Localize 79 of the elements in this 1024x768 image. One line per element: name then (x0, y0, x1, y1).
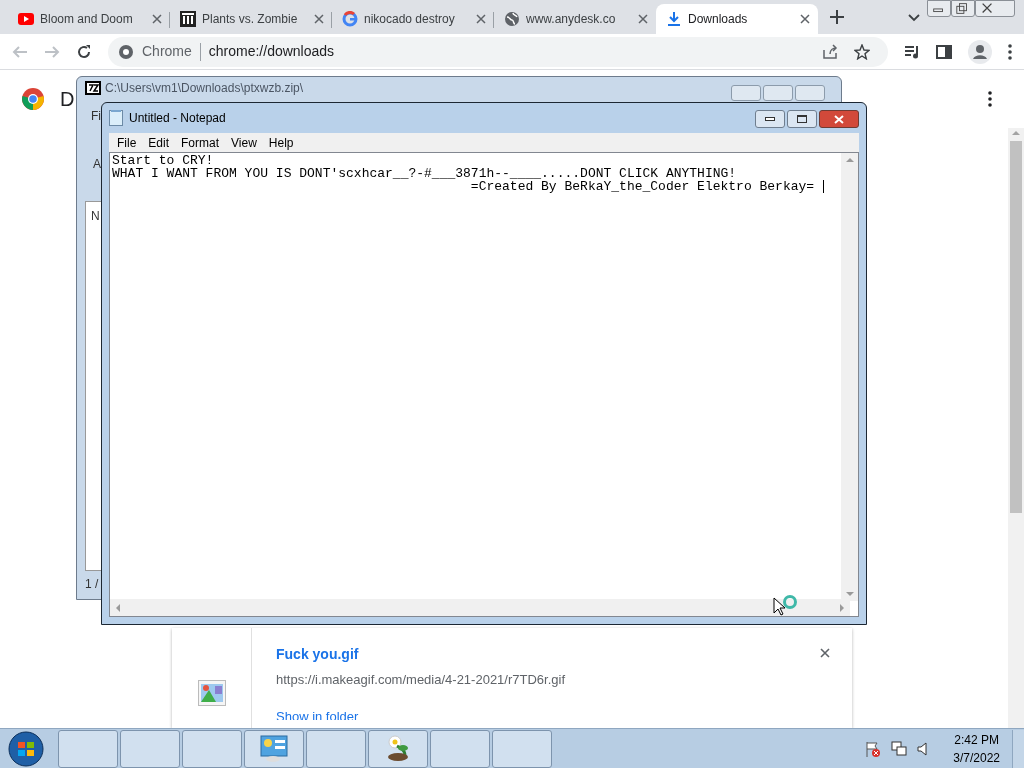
close-icon[interactable] (820, 648, 830, 658)
image-file-icon (197, 680, 226, 706)
google-icon (342, 11, 358, 27)
building-icon (180, 11, 196, 27)
menu-item[interactable]: View (225, 133, 263, 152)
text-line: Start to CRY! (112, 154, 215, 167)
window-title: Untitled - Notepad (129, 110, 226, 127)
globe-icon (504, 11, 520, 27)
text-cursor (822, 180, 824, 193)
horizontal-scrollbar[interactable] (110, 599, 850, 616)
close-icon[interactable] (800, 14, 810, 24)
menu-item[interactable]: Help (262, 133, 300, 152)
window-title: C:\Users\vm1\Downloads\ptxwzb.zip\ (105, 80, 304, 97)
vertical-scrollbar[interactable] (841, 153, 858, 601)
new-tab-icon[interactable] (830, 10, 844, 24)
share-icon[interactable] (822, 43, 838, 60)
close-icon[interactable] (975, 0, 1015, 17)
browser-tab[interactable]: nikocado destroy (332, 4, 494, 34)
menu-item[interactable]: Fi (91, 107, 101, 125)
star-icon[interactable] (854, 43, 870, 60)
profile-icon[interactable] (968, 39, 992, 64)
tab-title: Downloads (688, 11, 749, 28)
maximize-icon[interactable] (797, 115, 807, 123)
menu-item[interactable]: Edit (142, 133, 176, 152)
toolbar-label[interactable]: A (93, 155, 101, 173)
chevron-down-icon[interactable] (908, 14, 920, 22)
scrollbar-thumb[interactable] (1010, 141, 1022, 513)
more-icon[interactable] (988, 91, 992, 107)
file-url: https://i.makeagif.com/media/4-21-2021/r7TD6r.gif (276, 671, 567, 689)
browser-tab[interactable]: Plants vs. Zombie (170, 4, 332, 34)
tab-title: www.anydesk.co (526, 11, 617, 28)
control-panel-icon (259, 733, 289, 764)
start-button[interactable] (6, 729, 46, 768)
address-bar[interactable]: Chrome chrome://downloads (108, 36, 888, 67)
media-queue-icon[interactable] (904, 43, 920, 60)
menu-item[interactable]: Format (175, 133, 226, 152)
menu-item[interactable]: File (111, 133, 143, 152)
tab-title: nikocado destroy (364, 11, 456, 28)
address-text: chrome://downloads (208, 42, 336, 61)
taskbar-button[interactable] (368, 729, 428, 768)
network-icon[interactable] (891, 740, 908, 757)
site-label: Chrome (142, 42, 192, 61)
taskbar-button[interactable] (244, 729, 304, 768)
close-icon[interactable] (638, 14, 648, 24)
restore-icon[interactable] (951, 0, 975, 17)
status-text: 1 / (85, 576, 99, 593)
clock-time[interactable]: 2:42 PM (954, 730, 999, 749)
browser-tab[interactable]: www.anydesk.co (494, 4, 656, 34)
maximize-button[interactable] (787, 110, 817, 128)
browser-tab[interactable]: Bloom and Doom (8, 4, 170, 34)
browser-tab[interactable]: Downloads (656, 4, 818, 34)
busy-cursor-icon (773, 595, 799, 617)
tab-title: Plants vs. Zombie (202, 11, 299, 28)
scrollbar[interactable] (1008, 128, 1024, 728)
menu-icon[interactable] (1008, 43, 1012, 60)
tab-title: Bloom and Doom (40, 11, 134, 28)
close-icon[interactable] (314, 14, 324, 24)
minimize-button[interactable] (755, 110, 785, 128)
close-icon[interactable] (152, 14, 162, 24)
column-header: N (91, 208, 100, 225)
file-name-link[interactable]: Fuck you.gif (276, 644, 852, 664)
minimize-icon[interactable] (927, 0, 951, 17)
clock-date[interactable]: 3/7/2022 (953, 748, 1000, 767)
video-icon (18, 11, 34, 27)
reload-icon[interactable] (76, 43, 92, 60)
page-title: D (60, 87, 75, 111)
chrome-logo-icon (21, 87, 45, 111)
chrome-icon (118, 43, 134, 60)
speaker-icon[interactable] (917, 740, 930, 757)
close-icon[interactable] (476, 14, 486, 24)
minimize-icon[interactable] (765, 117, 775, 121)
archive-icon (85, 81, 101, 95)
flag-icon[interactable] (865, 740, 882, 757)
text-line: WHAT I WANT FROM YOU IS DONT'scxhcar__?-#___3871h--____.....DONT CLICK ANYTHING! (112, 167, 738, 180)
text-area[interactable]: Start to CRY! WHAT I WANT FROM YOU IS DONT'scxhcar__?-#___3871h--____.....DONT CLICK ANYTHING! =Created By BeRkaY_the_Coder Elektro Berkay= (109, 152, 859, 617)
close-button[interactable] (819, 110, 859, 128)
notepad-icon (109, 110, 123, 126)
download-icon (666, 11, 682, 27)
side-panel-icon[interactable] (936, 43, 952, 60)
